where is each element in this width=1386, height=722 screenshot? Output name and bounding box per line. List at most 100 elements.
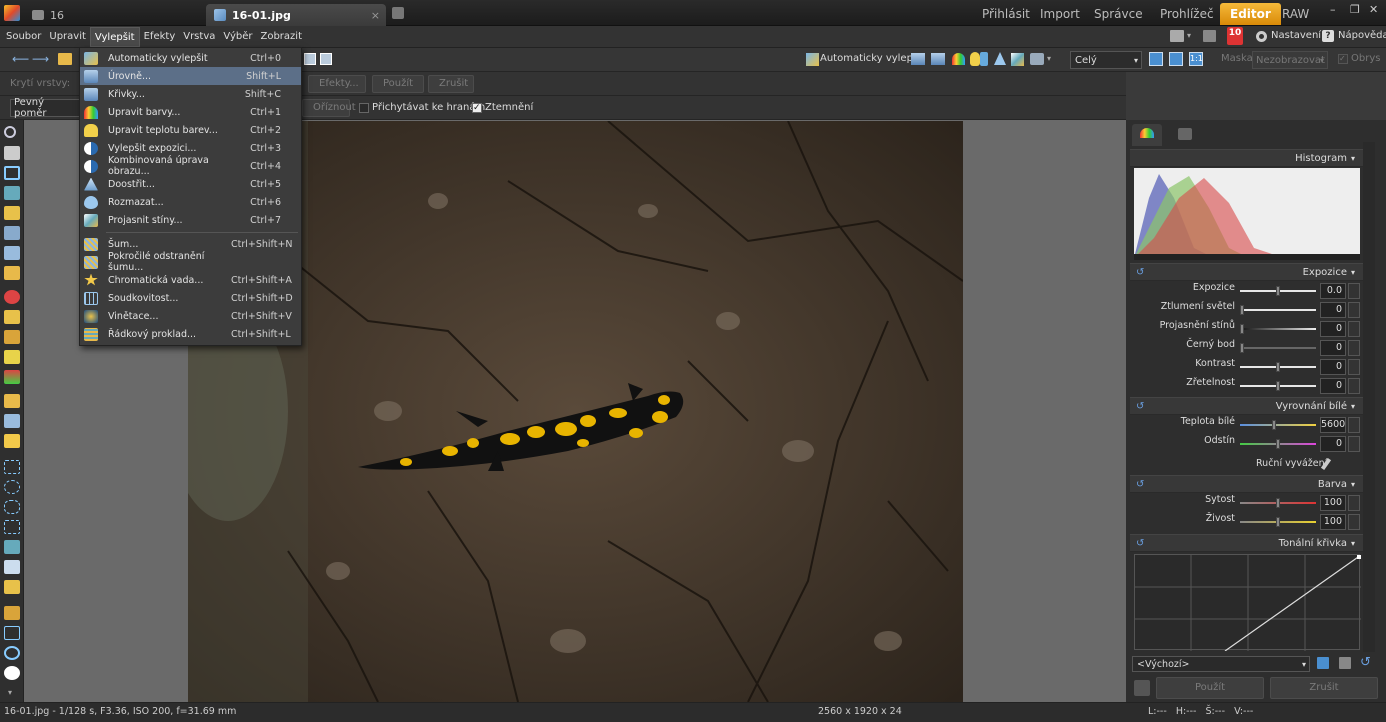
redo-icon[interactable]: ⟶ (32, 52, 49, 66)
gear-icon[interactable] (1256, 31, 1267, 42)
photo-salamander[interactable] (188, 121, 963, 702)
menu-layer[interactable]: Vrstva (179, 27, 219, 47)
menu-enhance[interactable]: Vylepšit (89, 26, 140, 47)
slider-knob[interactable] (1240, 343, 1244, 353)
monitor-icon[interactable] (1170, 30, 1184, 42)
module-viewer[interactable]: Prohlížeč (1150, 3, 1224, 25)
spinner[interactable] (1348, 495, 1360, 511)
menu-item-combined[interactable]: Kombinovaná úprava obrazu... Ctrl+4 (80, 155, 301, 177)
spinner[interactable] (1348, 359, 1360, 375)
value-input[interactable]: 100 (1320, 514, 1346, 530)
value-input[interactable]: 0 (1320, 340, 1346, 356)
brush-tool-icon[interactable] (4, 394, 20, 408)
lasso-select-icon[interactable] (4, 500, 20, 514)
exposure-header[interactable]: ↺ Expozice ▾ (1130, 263, 1363, 281)
slider-knob[interactable] (1276, 362, 1280, 372)
slider-track[interactable] (1240, 328, 1316, 330)
color-header[interactable]: ↺ Barva ▾ (1130, 475, 1363, 493)
shape-tool-icon[interactable] (4, 646, 20, 660)
help-icon[interactable]: ? (1322, 30, 1334, 42)
value-input[interactable]: 0 (1320, 436, 1346, 452)
curve-header[interactable]: ↺ Tonální křivka ▾ (1130, 534, 1363, 552)
menu-item-levels[interactable]: Úrovně... Shift+L (80, 67, 301, 85)
ratio-select[interactable]: Pevný poměr (10, 97, 80, 119)
shadows-icon[interactable] (1011, 53, 1024, 66)
menu-file[interactable]: Soubor (2, 27, 45, 47)
reset-icon[interactable]: ↺ (1136, 267, 1144, 278)
color-swatch-icon[interactable] (4, 666, 20, 680)
menu-item-curves[interactable]: Křivky... Shift+C (80, 85, 301, 103)
sharpen-icon[interactable] (994, 52, 1006, 65)
apply-button[interactable]: Použít (372, 75, 424, 93)
slider-knob[interactable] (1276, 498, 1280, 508)
rect-select-icon[interactable] (4, 460, 20, 474)
spinner[interactable] (1348, 302, 1360, 318)
dim-checkbox[interactable]: ✓ (472, 103, 482, 113)
preset-select[interactable]: <Výchozí> ▾ (1132, 656, 1310, 672)
close-tab-icon[interactable]: × (371, 9, 380, 22)
mask-select[interactable]: Nezobrazovat ▾ (1252, 51, 1328, 69)
slider-knob[interactable] (1276, 381, 1280, 391)
undo-icon[interactable]: ⟵ (12, 52, 29, 66)
app-logo-icon[interactable] (4, 5, 20, 21)
wb-header[interactable]: ↺ Vyrovnání bílé ▾ (1130, 397, 1363, 415)
reset-icon[interactable]: ↺ (1136, 538, 1144, 549)
spinner[interactable] (1348, 378, 1360, 394)
menu-view[interactable]: Zobrazit (256, 27, 306, 47)
calendar-badge-icon[interactable]: 10 (1227, 27, 1243, 45)
effects-button[interactable]: Efekty... (308, 75, 366, 93)
eraser-tool-icon[interactable] (4, 414, 20, 428)
new-tab-icon[interactable] (392, 7, 404, 19)
module-raw[interactable]: RAW (1272, 3, 1319, 25)
menu-item-barrel[interactable]: Soudkovitost... Ctrl+Shift+D (80, 289, 301, 307)
settings-link[interactable]: Nastavení (1271, 30, 1321, 41)
auto-enhance-icon[interactable] (806, 53, 819, 66)
tab-folder[interactable]: 16 (24, 4, 204, 26)
value-input[interactable]: 0 (1320, 359, 1346, 375)
slider-knob[interactable] (1240, 324, 1244, 334)
zoom-select[interactable]: Celý ▾ (1070, 51, 1142, 69)
menu-select[interactable]: Výběr (219, 27, 256, 47)
reset-icon[interactable]: ↺ (1136, 479, 1144, 490)
value-input[interactable]: 100 (1320, 495, 1346, 511)
menu-edit[interactable]: Upravit (45, 27, 90, 47)
open-folder-icon[interactable] (58, 53, 72, 65)
slider-knob[interactable] (1240, 305, 1244, 315)
spinner[interactable] (1348, 321, 1360, 337)
levels-icon[interactable] (911, 53, 925, 65)
split-view-icon[interactable] (320, 53, 332, 65)
chevron-down-icon[interactable]: ▾ (1187, 31, 1191, 40)
value-input[interactable]: 5600 (1320, 417, 1346, 433)
reset-icon[interactable]: ↺ (1136, 401, 1144, 412)
spinner[interactable] (1348, 417, 1360, 433)
clone-tool-icon[interactable] (4, 330, 20, 344)
chevron-down-icon[interactable]: ▾ (1047, 54, 1051, 63)
menu-item-sharpen[interactable]: Doostřit... Ctrl+5 (80, 175, 301, 193)
menu-item-auto-enhance[interactable]: Automaticky vylepšit Ctrl+0 (80, 49, 301, 67)
slider-knob[interactable] (1276, 439, 1280, 449)
print-icon[interactable] (1203, 30, 1216, 42)
menu-item-colors[interactable]: Upravit barvy... Ctrl+1 (80, 103, 301, 121)
select-brush-icon[interactable] (4, 580, 20, 594)
value-input[interactable]: 0 (1320, 302, 1346, 318)
panel-cancel-button[interactable]: Zrušit (1270, 677, 1378, 699)
panel-scrollbar[interactable] (1363, 142, 1375, 652)
menu-item-chromatic[interactable]: Chromatická vada... Ctrl+Shift+A (80, 271, 301, 289)
perspective-tool-icon[interactable] (4, 206, 20, 220)
outline-checkbox[interactable]: ✓ (1338, 54, 1348, 64)
histogram-header[interactable]: Histogram ▾ (1130, 149, 1363, 167)
menu-item-vignette[interactable]: Vinětace... Ctrl+Shift+V (80, 307, 301, 325)
exposure-icon[interactable] (980, 52, 988, 66)
value-input[interactable]: 0 (1320, 378, 1346, 394)
canvas-tool-icon[interactable] (4, 266, 20, 280)
snap-checkbox[interactable] (359, 103, 369, 113)
minimize-button[interactable]: – (1330, 3, 1336, 16)
menu-item-denoise[interactable]: Pokročilé odstranění šumu... (80, 251, 301, 273)
delete-preset-icon[interactable] (1339, 657, 1351, 669)
ellipse-select-icon[interactable] (4, 480, 20, 494)
value-input[interactable]: 0 (1320, 321, 1346, 337)
slider-knob[interactable] (1272, 420, 1277, 430)
bulb-icon[interactable] (970, 52, 980, 66)
slider-track[interactable] (1240, 309, 1316, 311)
color-rainbow-icon[interactable] (952, 53, 965, 65)
